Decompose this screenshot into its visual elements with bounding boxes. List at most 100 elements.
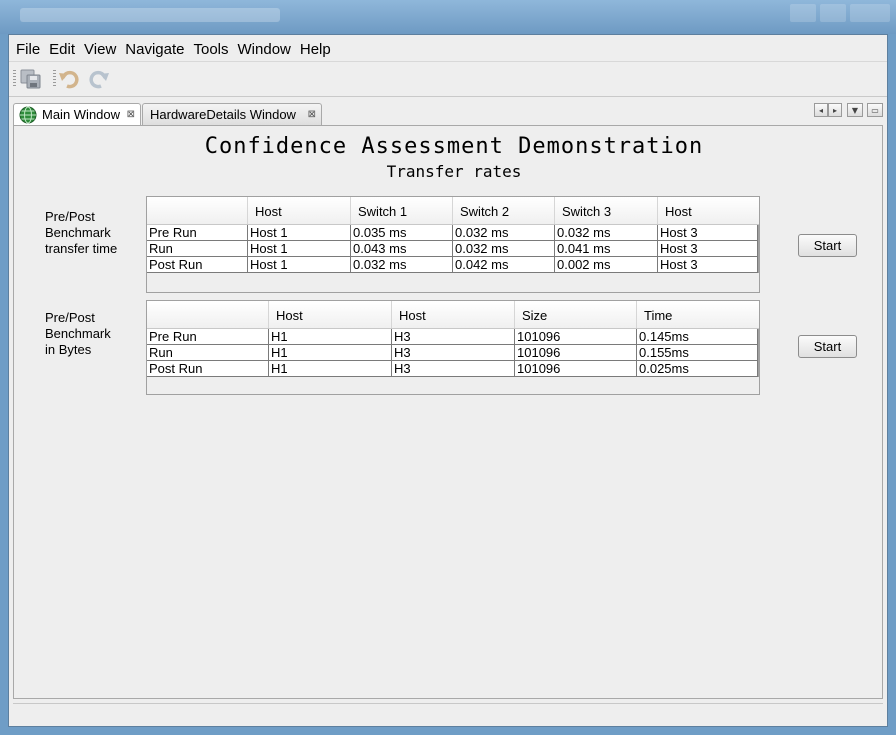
close-window-button[interactable] [850,4,890,22]
tab-hardware-details-close-icon[interactable]: ⊠ [308,109,316,120]
column-header[interactable]: Host [269,301,392,328]
table-row[interactable]: Pre Run H1 H3 101096 0.145ms [147,329,758,345]
table-cell[interactable]: Host 3 [658,257,758,272]
label-line: transfer time [45,241,118,256]
table-cell[interactable]: 0.035 ms [351,225,453,240]
table-cell[interactable]: Post Run [147,257,248,272]
table-cell[interactable]: 0.032 ms [453,241,555,256]
table-cell[interactable]: Host 1 [248,225,351,240]
table-cell[interactable]: H3 [392,361,515,376]
table-cell[interactable]: 0.032 ms [453,225,555,240]
page-subtitle: Transfer rates [386,162,522,181]
table-cell[interactable]: Run [147,345,269,360]
label-line: Benchmark [45,326,111,341]
table-cell[interactable]: Host 3 [658,241,758,256]
redo-icon [89,70,109,89]
maximize-tab-icon[interactable]: ▭ [867,103,883,117]
table-cell[interactable]: Post Run [147,361,269,376]
table-cell[interactable]: Pre Run [147,225,248,240]
table-body: Pre Run H1 H3 101096 0.145ms Run H1 H3 1… [147,329,759,377]
menu-window[interactable]: Window [234,41,296,58]
toolbar-grip-2[interactable] [53,70,56,88]
table-row[interactable]: Run Host 1 0.043 ms 0.032 ms 0.041 ms Ho… [147,241,758,257]
menu-bar: File Edit View Navigate Tools Window Hel… [9,37,336,61]
table-cell[interactable]: 0.002 ms [555,257,658,272]
table-body: Pre Run Host 1 0.035 ms 0.032 ms 0.032 m… [147,225,759,273]
table-cell[interactable]: Host 3 [658,225,758,240]
table-cell[interactable]: 101096 [515,329,637,344]
table-cell[interactable]: 0.032 ms [555,225,658,240]
table-cell[interactable]: H3 [392,329,515,344]
column-header[interactable] [147,301,269,328]
start-transfer-time-button[interactable]: Start [798,234,857,257]
column-header[interactable]: Switch 3 [555,197,658,224]
redo-button[interactable] [87,68,111,90]
globe-icon [19,106,37,123]
menu-tools[interactable]: Tools [189,41,233,58]
column-header[interactable]: Host [248,197,351,224]
table-cell[interactable]: Host 1 [248,257,351,272]
toolbar [9,61,887,97]
table-row[interactable]: Post Run Host 1 0.032 ms 0.042 ms 0.002 … [147,257,758,273]
menu-help[interactable]: Help [296,41,336,58]
table-cell[interactable]: Pre Run [147,329,269,344]
table-cell[interactable]: 0.042 ms [453,257,555,272]
menu-edit[interactable]: Edit [45,41,80,58]
label-line: Pre/Post [45,310,95,325]
table-header: Host Host Size Time [147,301,759,329]
application-window: File Edit View Navigate Tools Window Hel… [8,34,888,727]
status-bar [13,703,883,724]
column-header[interactable]: Host [658,197,759,224]
toolbar-grip[interactable] [13,70,16,88]
bytes-label: Pre/Post Benchmark in Bytes [45,310,145,358]
menu-navigate[interactable]: Navigate [121,41,189,58]
main-window-panel: Confidence Assessment Demonstration Tran… [13,125,883,699]
table-cell[interactable]: Run [147,241,248,256]
table-cell[interactable]: 101096 [515,345,637,360]
table-cell[interactable]: H1 [269,329,392,344]
minimize-button[interactable] [790,4,816,22]
start-bytes-button[interactable]: Start [798,335,857,358]
column-header[interactable]: Time [637,301,759,328]
table-cell[interactable]: H3 [392,345,515,360]
table-row[interactable]: Pre Run Host 1 0.035 ms 0.032 ms 0.032 m… [147,225,758,241]
scroll-tabs-right-icon[interactable]: ▸ [828,103,842,117]
undo-button[interactable] [57,68,81,90]
table-cell[interactable]: Host 1 [248,241,351,256]
menu-view[interactable]: View [80,41,121,58]
table-cell[interactable]: 0.025ms [637,361,758,376]
table-row[interactable]: Run H1 H3 101096 0.155ms [147,345,758,361]
column-header[interactable]: Size [515,301,637,328]
column-header[interactable] [147,197,248,224]
tab-main-window[interactable]: Main Window ⊠ [13,103,141,125]
tab-main-window-close-icon[interactable]: ⊠ [127,109,135,120]
table-cell[interactable]: H1 [269,345,392,360]
save-all-button[interactable] [19,68,43,90]
label-line: Pre/Post [45,209,95,224]
table-cell[interactable]: H1 [269,361,392,376]
window-title-blur [20,8,280,22]
table-row[interactable]: Post Run H1 H3 101096 0.025ms [147,361,758,377]
tab-main-window-label: Main Window [42,107,121,122]
table-cell[interactable]: 0.145ms [637,329,758,344]
window-titlebar [0,0,896,34]
table-cell[interactable]: 0.155ms [637,345,758,360]
column-header[interactable]: Host [392,301,515,328]
maximize-button[interactable] [820,4,846,22]
column-header[interactable]: Switch 2 [453,197,555,224]
tab-hardware-details[interactable]: HardwareDetails Window ⊠ [142,103,322,125]
table-header: Host Switch 1 Switch 2 Switch 3 Host [147,197,759,225]
tab-list-dropdown-icon[interactable]: ▼ [847,103,863,117]
column-header[interactable]: Switch 1 [351,197,453,224]
table-cell[interactable]: 101096 [515,361,637,376]
scroll-tabs-left-icon[interactable]: ◂ [814,103,828,117]
menu-file[interactable]: File [12,41,45,58]
table-cell[interactable]: 0.043 ms [351,241,453,256]
save-all-icon [20,69,41,89]
tab-strip: Main Window ⊠ HardwareDetails Window ⊠ ◂… [13,101,883,125]
undo-icon [59,70,79,89]
table-cell[interactable]: 0.041 ms [555,241,658,256]
label-line: Benchmark [45,225,111,240]
table-cell[interactable]: 0.032 ms [351,257,453,272]
tab-hardware-details-label: HardwareDetails Window [150,107,296,122]
